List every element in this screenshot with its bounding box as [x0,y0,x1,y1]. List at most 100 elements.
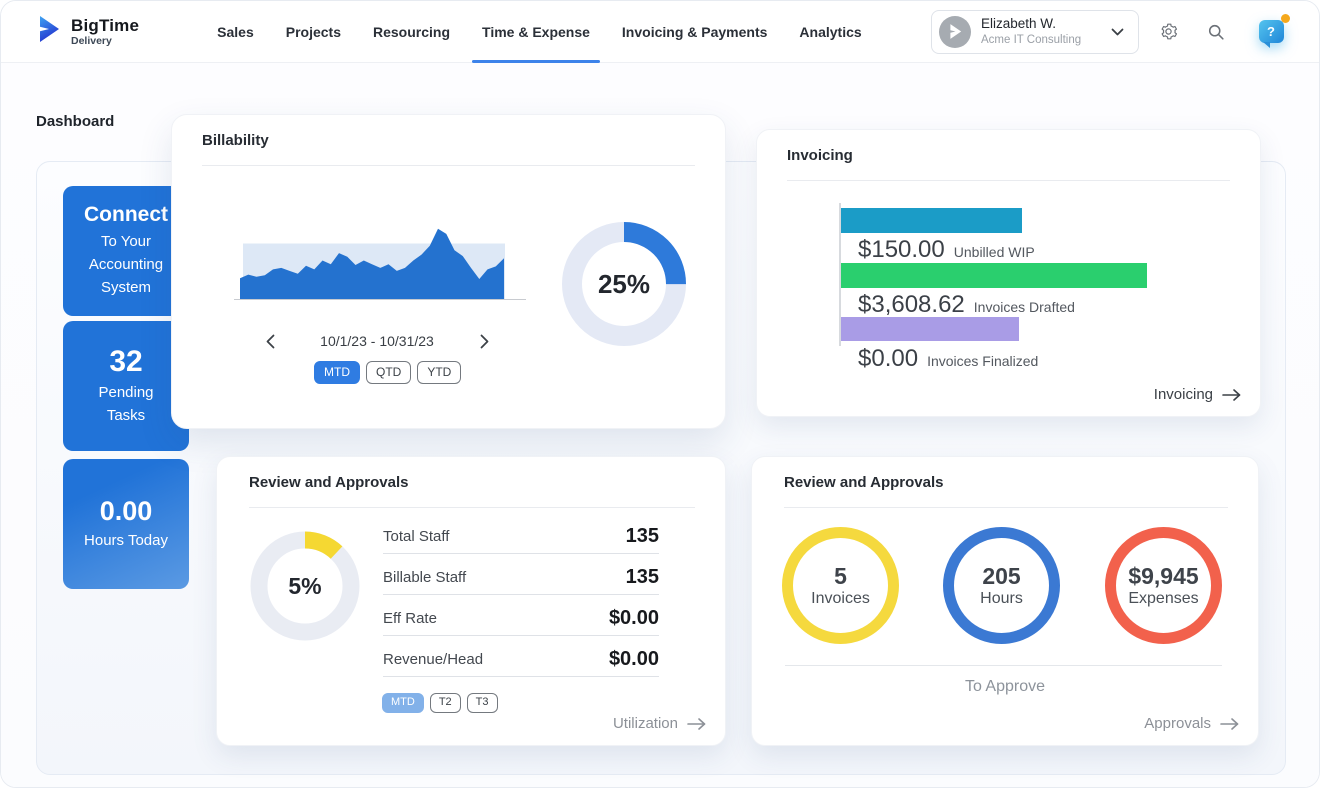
next-period-chevron-icon[interactable] [474,331,494,351]
hours-to-approve-count: 205 [980,563,1023,589]
divider [784,507,1228,508]
help-question-glyph: ? [1259,20,1284,43]
stat-row-eff-rate: Eff Rate $0.00 [383,595,659,636]
divider [202,165,695,166]
stat-row-billable-staff: Billable Staff 135 [383,554,659,595]
user-company: Acme IT Consulting [981,33,1101,47]
user-name: Elizabeth W. [981,16,1101,33]
bar-unbilled-wip [841,208,1022,233]
tile-connect-line: To Your [101,230,151,253]
header-right-cluster: Elizabeth W. Acme IT Consulting ? [931,10,1291,54]
utilization-stats: Total Staff 135 Billable Staff 135 Eff R… [383,513,659,677]
prev-period-chevron-icon[interactable] [260,331,280,351]
tile-hours-today[interactable]: 0.00 Hours Today [63,459,189,589]
ring-invoices: 5 Invoices [779,524,902,647]
nav-item-resourcing[interactable]: Resourcing [357,1,466,63]
help-icon[interactable]: ? [1251,12,1291,52]
ring-expenses: $9,945 Expenses [1102,524,1225,647]
stat-label: Eff Rate [383,610,437,635]
hours-today-label: Hours Today [84,529,168,552]
to-approve-note: To Approve [752,678,1258,696]
hours-label: Hours [980,590,1023,608]
unbilled-wip-amount: $150.00 [858,236,945,264]
stat-value: $0.00 [609,648,659,676]
period-button-mtd[interactable]: MTD [314,361,360,384]
period-button-mtd[interactable]: MTD [382,693,424,713]
tile-connect-line: Accounting [89,253,163,276]
invoices-finalized-label: Invoices Finalized [927,353,1038,369]
bar-label-invoices-finalized: $0.00 Invoices Finalized [858,345,1038,373]
utilization-period-buttons: MTD T2 T3 [382,693,498,713]
arrow-right-icon [687,718,707,730]
invoices-finalized-amount: $0.00 [858,345,918,373]
invoices-drafted-label: Invoices Drafted [974,299,1075,315]
nav-item-sales[interactable]: Sales [201,1,270,63]
chevron-down-icon [1111,23,1124,41]
bigtime-logo-icon [36,14,62,49]
app-window: BigTime Delivery Sales Projects Resourci… [0,0,1320,788]
main-nav: Sales Projects Resourcing Time & Expense… [201,1,878,63]
stat-row-revenue-head: Revenue/Head $0.00 [383,636,659,677]
date-range-label: 10/1/23 - 10/31/23 [320,333,434,349]
stat-row-total-staff: Total Staff 135 [383,513,659,554]
arrow-right-icon [1222,389,1242,401]
unbilled-wip-label: Unbilled WIP [954,244,1035,260]
notification-dot [1281,14,1290,23]
stat-label: Total Staff [383,528,449,553]
invoicing-card-title: Invoicing [787,147,853,164]
billability-card: Billability 25% 10/1/23 - 10/3 [171,114,726,429]
arrow-right-icon [1220,718,1240,730]
billability-card-title: Billability [202,132,269,149]
utilization-card-title: Review and Approvals [249,474,409,491]
top-nav-bar: BigTime Delivery Sales Projects Resourci… [1,1,1319,63]
pending-tasks-count: 32 [109,345,142,379]
approvals-card-title: Review and Approvals [784,474,944,491]
nav-item-invoicing-payments[interactable]: Invoicing & Payments [606,1,783,63]
stat-label: Revenue/Head [383,651,483,676]
utilization-link-label: Utilization [613,715,678,732]
stat-value: 135 [626,566,659,594]
search-icon[interactable] [1197,13,1235,51]
invoicing-link-label: Invoicing [1154,386,1213,403]
stat-value: $0.00 [609,607,659,635]
nav-item-projects[interactable]: Projects [270,1,357,63]
period-button-qtd[interactable]: QTD [366,361,411,384]
bar-invoices-finalized [841,317,1019,341]
invoices-label: Invoices [811,590,870,608]
bar-label-invoices-drafted: $3,608.62 Invoices Drafted [858,291,1075,319]
billability-period-buttons: MTD QTD YTD [314,361,461,384]
expenses-label: Expenses [1128,590,1198,608]
divider [787,180,1230,181]
brand-name: BigTime [71,17,139,34]
period-button-t2[interactable]: T2 [430,693,461,713]
divider [249,507,695,508]
tile-connect-headline: Connect [84,203,168,227]
user-menu[interactable]: Elizabeth W. Acme IT Consulting [931,10,1139,54]
divider [785,665,1222,666]
utilization-donut-chart: 5% [246,527,364,645]
date-range-nav: 10/1/23 - 10/31/23 [260,331,494,351]
billability-donut-chart: 25% [558,218,690,350]
utilization-link[interactable]: Utilization [613,715,707,732]
stat-value: 135 [626,525,659,553]
ring-hours: 205 Hours [940,524,1063,647]
stat-label: Billable Staff [383,569,466,594]
approvals-link[interactable]: Approvals [1144,715,1240,732]
invoicing-card: Invoicing $150.00 Unbilled WIP $3,608.62… [756,129,1261,417]
nav-item-time-expense[interactable]: Time & Expense [466,1,606,63]
hours-today-value: 0.00 [100,496,153,527]
approvals-link-label: Approvals [1144,715,1211,732]
invoices-to-approve-count: 5 [811,563,870,589]
nav-item-analytics[interactable]: Analytics [783,1,877,63]
period-button-t3[interactable]: T3 [467,693,498,713]
brand-tagline: Delivery [71,36,139,47]
tile-pending-line: Pending [98,381,153,404]
brand-logo[interactable]: BigTime Delivery [36,14,139,49]
utilization-card: Review and Approvals 5% Total Staff 135 … [216,456,726,746]
invoices-drafted-amount: $3,608.62 [858,291,965,319]
expenses-to-approve-amount: $9,945 [1128,563,1198,589]
period-button-ytd[interactable]: YTD [417,361,461,384]
tile-connect-line: System [101,276,151,299]
invoicing-link[interactable]: Invoicing [1154,386,1242,403]
settings-gear-icon[interactable] [1149,13,1187,51]
